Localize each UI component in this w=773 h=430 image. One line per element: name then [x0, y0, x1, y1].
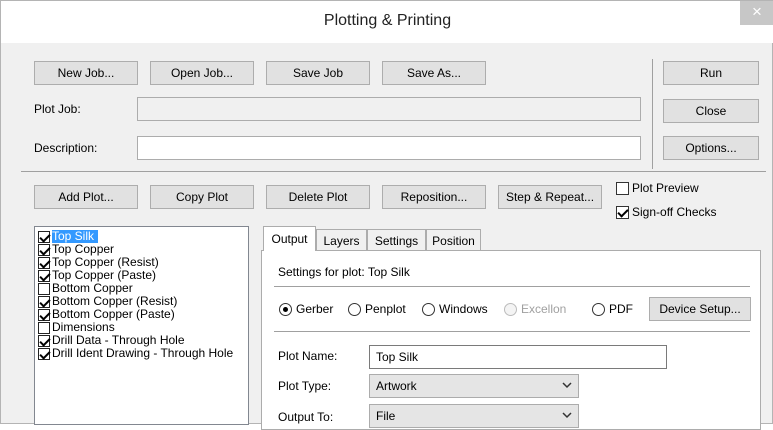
plot-list-item-label: Drill Ident Drawing - Through Hole [52, 346, 234, 360]
plot-enable-checkbox[interactable] [38, 308, 50, 321]
plot-list-item[interactable]: Drill Ident Drawing - Through Hole [38, 347, 233, 360]
output-tab-panel: Settings for plot: Top Silk Gerber Penpl… [261, 250, 761, 430]
title-bar: Plotting & Printing × [1, 1, 773, 43]
radio-button[interactable] [592, 302, 605, 316]
copy-plot-button[interactable]: Copy Plot [150, 185, 254, 209]
plot-list[interactable]: Top Silk Top Copper Top Copper (Resist) Top… [34, 226, 249, 425]
tab-output[interactable]: Output [263, 226, 316, 251]
plot-enable-checkbox[interactable] [38, 347, 50, 360]
plot-job-field[interactable] [137, 97, 641, 121]
plot-preview-checkbox[interactable]: Plot Preview [616, 181, 699, 195]
plot-enable-checkbox[interactable] [38, 230, 50, 243]
output-to-select[interactable]: File [369, 404, 579, 428]
format-label: Gerber [296, 302, 334, 316]
plot-enable-checkbox[interactable] [38, 282, 50, 295]
panel-divider [274, 286, 750, 287]
format-label: Penplot [365, 302, 406, 316]
radio-button[interactable] [422, 302, 435, 316]
plot-enable-checkbox[interactable] [38, 334, 50, 347]
output-to-value: File [376, 409, 396, 423]
plot-type-value: Artwork [376, 379, 417, 393]
add-plot-button[interactable]: Add Plot... [34, 185, 138, 209]
plot-settings-heading: Settings for plot: Top Silk [278, 265, 410, 279]
device-setup-button[interactable]: Device Setup... [649, 297, 751, 321]
plot-enable-checkbox[interactable] [38, 256, 50, 269]
description-label: Description: [34, 141, 98, 155]
format-penplot-radio[interactable]: Penplot [348, 302, 406, 316]
radio-button[interactable] [348, 302, 361, 316]
tab-layers[interactable]: Layers [316, 229, 367, 251]
checkbox-box[interactable] [616, 205, 629, 219]
reposition-button[interactable]: Reposition... [382, 185, 486, 209]
plot-type-select[interactable]: Artwork [369, 374, 579, 398]
format-windows-radio[interactable]: Windows [422, 302, 488, 316]
horizontal-divider [21, 171, 766, 172]
format-pdf-radio[interactable]: PDF [592, 302, 633, 316]
step-repeat-button[interactable]: Step & Repeat... [498, 185, 602, 209]
chevron-down-icon [562, 412, 572, 419]
save-job-button[interactable]: Save Job [266, 61, 370, 85]
options-button[interactable]: Options... [663, 136, 759, 160]
format-label: Windows [439, 302, 488, 316]
radio-button[interactable] [279, 302, 292, 316]
plot-job-label: Plot Job: [34, 102, 81, 116]
plot-type-label: Plot Type: [278, 379, 332, 393]
plot-enable-checkbox[interactable] [38, 243, 50, 256]
tab-position[interactable]: Position [426, 229, 481, 251]
plot-enable-checkbox[interactable] [38, 269, 50, 282]
run-button[interactable]: Run [663, 61, 759, 85]
close-button[interactable]: Close [663, 99, 759, 123]
format-excellon-radio: Excellon [504, 302, 566, 316]
close-window-button[interactable]: × [740, 1, 773, 25]
chevron-down-icon [562, 382, 572, 389]
delete-plot-button[interactable]: Delete Plot [266, 185, 370, 209]
plot-enable-checkbox[interactable] [38, 295, 50, 308]
checkbox-box[interactable] [616, 181, 629, 195]
tab-settings[interactable]: Settings [367, 229, 426, 251]
open-job-button[interactable]: Open Job... [150, 61, 254, 85]
save-as-button[interactable]: Save As... [382, 61, 486, 85]
output-to-label: Output To: [278, 410, 334, 424]
new-job-button[interactable]: New Job... [34, 61, 138, 85]
description-field[interactable] [137, 136, 641, 160]
format-label: PDF [609, 302, 633, 316]
plot-enable-checkbox[interactable] [38, 321, 50, 334]
format-label: Excellon [521, 302, 567, 316]
plot-preview-label: Plot Preview [632, 181, 699, 195]
sign-off-checks-checkbox[interactable]: Sign-off Checks [616, 205, 717, 219]
radio-button [504, 302, 517, 316]
plotting-printing-dialog: Plotting & Printing × New Job... Open Jo… [0, 0, 773, 430]
window-title: Plotting & Printing [323, 12, 452, 29]
close-icon: × [752, 2, 762, 21]
format-gerber-radio[interactable]: Gerber [279, 302, 333, 316]
plot-name-label: Plot Name: [278, 349, 338, 363]
sign-off-checks-label: Sign-off Checks [632, 205, 717, 219]
panel-divider [274, 331, 750, 332]
vertical-divider [652, 59, 653, 169]
plot-name-input[interactable]: Top Silk [369, 345, 667, 369]
